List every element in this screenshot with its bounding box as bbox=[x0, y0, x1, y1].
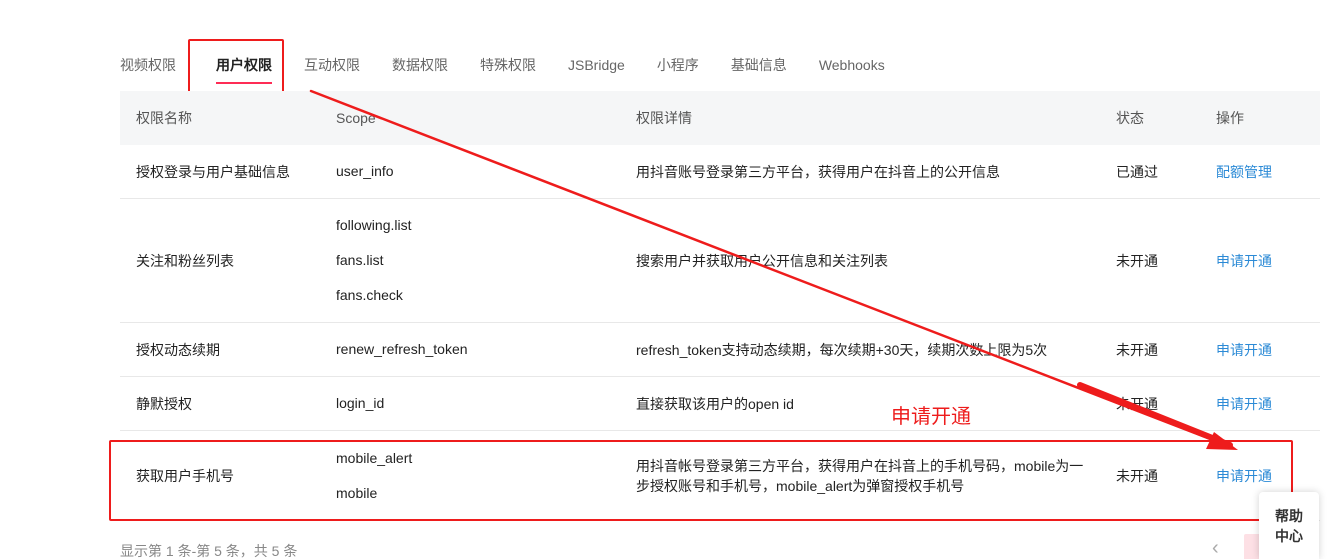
apply-link[interactable]: 申请开通 bbox=[1216, 253, 1272, 269]
scope-item: renew_refresh_token bbox=[336, 341, 468, 357]
scope-item: mobile bbox=[336, 484, 378, 501]
table-header: 权限名称 Scope 权限详情 状态 操作 bbox=[120, 91, 1320, 145]
tab-webhooks[interactable]: Webhooks bbox=[819, 38, 885, 92]
status-text: 已通过 bbox=[1116, 163, 1158, 180]
status-text: 未开通 bbox=[1116, 341, 1158, 358]
table-row: 获取用户手机号 mobile_alert mobile 用抖音帐号登录第三方平台… bbox=[120, 431, 1320, 521]
permission-name: 授权登录与用户基础信息 bbox=[136, 163, 290, 180]
scope-item: fans.check bbox=[336, 287, 403, 303]
scope-list: login_id bbox=[320, 386, 620, 421]
permission-name: 授权动态续期 bbox=[136, 341, 220, 358]
chevron-left-icon[interactable]: ‹ bbox=[1212, 537, 1228, 559]
permission-detail: 直接获取该用户的open id bbox=[636, 395, 794, 412]
permission-name: 关注和粉丝列表 bbox=[136, 252, 234, 269]
tab-video[interactable]: 视频权限 bbox=[120, 38, 176, 92]
table-row: 静默授权 login_id 直接获取该用户的open id 未开通 申请开通 bbox=[120, 377, 1320, 431]
tab-interaction[interactable]: 互动权限 bbox=[304, 38, 360, 92]
scope-list: renew_refresh_token bbox=[320, 332, 620, 367]
scope-item: mobile_alert bbox=[336, 449, 413, 466]
table-row: 授权动态续期 renew_refresh_token refresh_token… bbox=[120, 323, 1320, 377]
table-row: 授权登录与用户基础信息 user_info 用抖音账号登录第三方平台，获得用户在… bbox=[120, 145, 1320, 199]
permission-detail: 用抖音帐号登录第三方平台，获得用户在抖音上的手机号码，mobile为一步授权账号… bbox=[636, 457, 1084, 494]
tab-special[interactable]: 特殊权限 bbox=[480, 38, 536, 92]
header-action: 操作 bbox=[1216, 110, 1244, 126]
apply-link[interactable]: 申请开通 bbox=[1216, 342, 1272, 358]
header-scope: Scope bbox=[336, 110, 376, 126]
scope-item: login_id bbox=[336, 395, 385, 411]
apply-link[interactable]: 申请开通 bbox=[1216, 468, 1272, 484]
permissions-table: 权限名称 Scope 权限详情 状态 操作 授权登录与用户基础信息 user_i… bbox=[120, 91, 1320, 521]
status-text: 未开通 bbox=[1116, 467, 1158, 484]
header-detail: 权限详情 bbox=[636, 110, 692, 126]
status-text: 未开通 bbox=[1116, 252, 1158, 269]
scope-list: following.list fans.list fans.check bbox=[320, 208, 620, 313]
tab-user[interactable]: 用户权限 bbox=[200, 38, 288, 92]
pagination-info: 显示第 1 条-第 5 条，共 5 条 bbox=[120, 543, 298, 559]
scope-list: mobile_alert mobile bbox=[320, 441, 620, 511]
permission-detail: refresh_token支持动态续期，每次续期+30天，续期次数上限为5次 bbox=[636, 341, 1048, 358]
scope-item: following.list bbox=[336, 217, 412, 233]
table-row: 关注和粉丝列表 following.list fans.list fans.ch… bbox=[120, 199, 1320, 323]
annotation-label: 申请开通 bbox=[891, 406, 971, 428]
header-status: 状态 bbox=[1116, 110, 1144, 126]
scope-item: user_info bbox=[336, 163, 394, 179]
status-text: 未开通 bbox=[1116, 395, 1158, 412]
help-center-button[interactable]: 帮助 中心 bbox=[1259, 492, 1319, 559]
tab-miniprogram[interactable]: 小程序 bbox=[657, 38, 699, 92]
help-center-label-line1: 帮助 bbox=[1275, 507, 1303, 524]
permission-name: 静默授权 bbox=[136, 395, 192, 412]
permission-tabs: 视频权限 用户权限 互动权限 数据权限 特殊权限 JSBridge 小程序 基础… bbox=[120, 38, 917, 92]
tab-basic-info[interactable]: 基础信息 bbox=[731, 38, 787, 92]
tab-data[interactable]: 数据权限 bbox=[392, 38, 448, 92]
pagination-current-page[interactable] bbox=[1244, 534, 1260, 559]
quota-manage-link[interactable]: 配额管理 bbox=[1216, 164, 1272, 180]
apply-link[interactable]: 申请开通 bbox=[1216, 396, 1272, 412]
permission-name: 获取用户手机号 bbox=[136, 467, 234, 484]
permission-detail: 用抖音账号登录第三方平台，获得用户在抖音上的公开信息 bbox=[636, 163, 1000, 180]
tab-jsbridge[interactable]: JSBridge bbox=[568, 38, 625, 92]
scope-list: user_info bbox=[320, 154, 620, 189]
scope-item: fans.list bbox=[336, 252, 384, 268]
help-center-label-line2: 中心 bbox=[1275, 527, 1303, 544]
header-name: 权限名称 bbox=[136, 110, 192, 126]
permission-detail: 搜索用户并获取用户公开信息和关注列表 bbox=[636, 252, 888, 269]
